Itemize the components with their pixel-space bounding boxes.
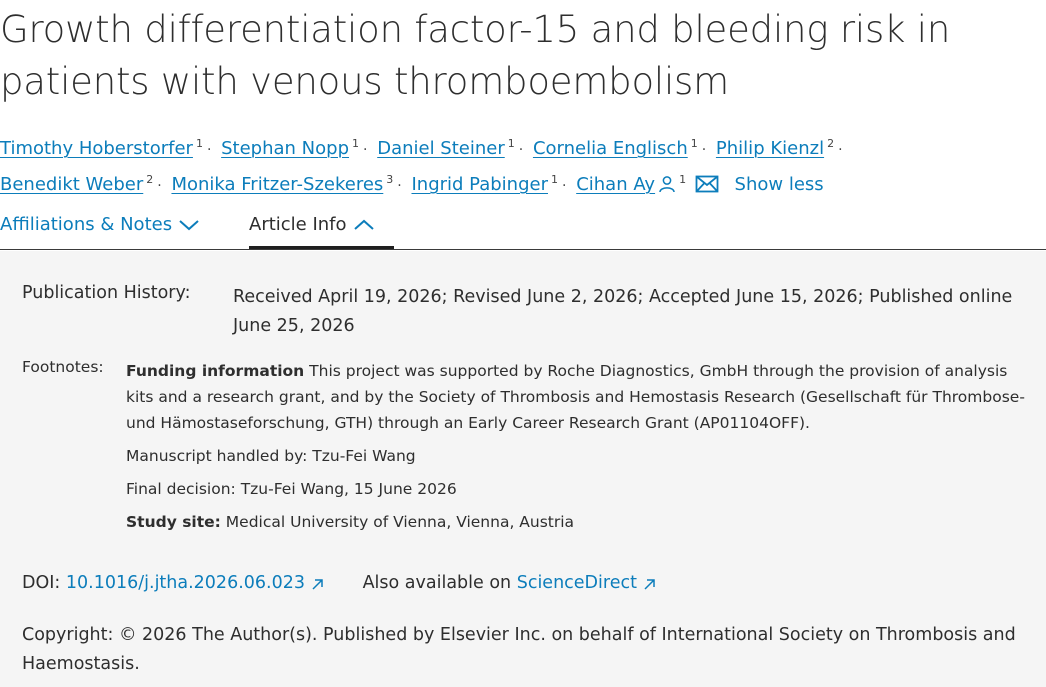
copyright-notice: Copyright: © 2026 The Author(s). Publish…	[22, 625, 1016, 674]
also-available-label: Also available on	[362, 573, 517, 593]
external-link-icon	[311, 576, 325, 596]
affiliation-marker: 2	[146, 173, 154, 186]
author-separator: ·	[701, 142, 707, 158]
author-separator: ·	[157, 178, 162, 194]
sciencedirect-link[interactable]: ScienceDirect	[517, 573, 657, 593]
author-link-corresponding[interactable]: Cihan Ay	[576, 174, 655, 195]
author-list: Timothy Hoberstorfer 1 · Stephan Nopp 1 · Da…	[0, 126, 1040, 198]
article-title: Growth differentiation factor-15 and ble…	[0, 4, 1046, 108]
chevron-down-icon	[178, 216, 200, 237]
footnotes-body: Funding information This project was sup…	[126, 358, 1038, 535]
external-link-icon	[643, 576, 657, 596]
affiliation-marker: 1	[195, 137, 203, 150]
tab-affiliations-notes[interactable]: Affiliations & Notes	[0, 214, 200, 237]
affiliation-marker: 1	[679, 173, 687, 186]
sciencedirect-label: ScienceDirect	[516, 573, 637, 593]
tab-affiliations-label: Affiliations & Notes	[0, 214, 173, 235]
tab-article-info-label: Article Info	[249, 214, 347, 235]
author-link[interactable]: Benedikt Weber	[0, 174, 143, 195]
chevron-up-icon	[353, 216, 375, 237]
article-page: Growth differentiation factor-15 and ble…	[0, 0, 1046, 687]
study-site-paragraph: Study site: Medical University of Vienna…	[126, 509, 1038, 535]
study-site-heading: Study site:	[126, 513, 221, 531]
tabs-divider	[0, 249, 1046, 250]
author-link[interactable]: Monika Fritzer-Szekeres	[171, 174, 383, 195]
affiliation-marker: 2	[827, 137, 835, 150]
author-link[interactable]: Ingrid Pabinger	[411, 174, 548, 195]
publication-history-value: Received April 19, 2026; Revised June 2,…	[233, 287, 1013, 336]
article-title-line-1: Growth differentiation factor-15 and ble…	[0, 8, 951, 51]
author-separator: ·	[838, 142, 843, 158]
doi-row: DOI: 10.1016/j.jtha.2026.06.023 Also ava…	[22, 573, 657, 596]
author-row-1: Timothy Hoberstorfer 1 · Stephan Nopp 1 · Da…	[0, 126, 1040, 162]
author-separator: ·	[518, 142, 524, 158]
author-link[interactable]: Cornelia Englisch	[533, 138, 688, 159]
footnotes-label: Footnotes:	[22, 358, 104, 376]
affiliation-marker: 1	[507, 137, 515, 150]
affiliation-marker: 1	[690, 137, 698, 150]
funding-paragraph: Funding information This project was sup…	[126, 358, 1038, 436]
study-site-text: Medical University of Vienna, Vienna, Au…	[220, 513, 575, 531]
affiliation-marker: 1	[551, 173, 558, 186]
info-tabs: Affiliations & Notes Article Info	[0, 206, 1046, 250]
author-link[interactable]: Stephan Nopp	[221, 138, 349, 159]
author-link[interactable]: Philip Kienzl	[716, 138, 824, 159]
affiliation-marker: 1	[352, 137, 360, 150]
funding-heading: Funding information	[126, 362, 305, 380]
article-info-panel: Publication History: Received April 19, …	[0, 251, 1046, 687]
show-less-link[interactable]: Show less	[735, 174, 824, 195]
author-separator: ·	[363, 142, 368, 158]
author-link[interactable]: Daniel Steiner	[377, 138, 505, 159]
handled-by: Manuscript handled by: Tzu-Fei Wang	[126, 447, 416, 465]
author-separator: ·	[206, 142, 212, 158]
final-decision: Final decision: Tzu-Fei Wang, 15 June 20…	[126, 480, 457, 498]
author-separator: ·	[397, 178, 402, 194]
affiliation-marker: 3	[386, 173, 394, 186]
author-row-2: Benedikt Weber 2 · Monika Fritzer-Szekeres…	[0, 162, 1040, 198]
person-icon	[658, 170, 676, 206]
author-link[interactable]: Timothy Hoberstorfer	[0, 138, 193, 159]
doi-value: 10.1016/j.jtha.2026.06.023	[65, 573, 305, 593]
article-title-line-2: patients with venous thromboembolism	[0, 60, 729, 103]
doi-link[interactable]: 10.1016/j.jtha.2026.06.023	[66, 573, 325, 593]
mail-icon[interactable]	[695, 170, 719, 206]
doi-label: DOI:	[22, 573, 66, 593]
publication-history-label: Publication History:	[22, 283, 191, 303]
author-separator: ·	[562, 178, 567, 194]
tab-article-info[interactable]: Article Info	[249, 214, 375, 237]
